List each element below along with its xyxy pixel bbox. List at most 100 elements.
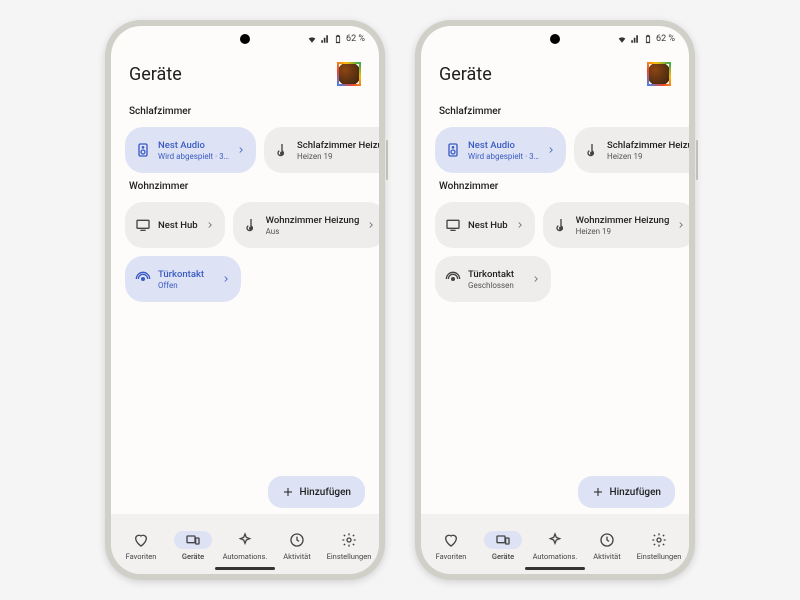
speaker-icon: [445, 142, 461, 158]
device-list: Schlafzimmer Nest Audio Wird abgespielt …: [421, 100, 689, 514]
nav-label: Geräte: [492, 552, 514, 561]
device-tile-living-heating[interactable]: Wohnzimmer Heizung Aus: [233, 202, 379, 248]
tile-title: Nest Audio: [158, 140, 229, 151]
battery-percent: 62 %: [656, 34, 675, 44]
header: Geräte: [111, 52, 379, 100]
fab-label: Hinzufügen: [610, 487, 661, 498]
room-label: Schlafzimmer: [439, 106, 671, 117]
plus-icon: [282, 486, 294, 498]
camera-notch: [240, 34, 250, 44]
device-tile-living-heating[interactable]: Wohnzimmer Heizung Heizen 19: [543, 202, 689, 248]
sensor-icon: [445, 271, 461, 287]
chevron-right-icon: [676, 220, 686, 230]
nav-label: Automations.: [223, 552, 268, 561]
nav-label: Automations.: [533, 552, 578, 561]
nav-devices[interactable]: Geräte: [167, 531, 219, 561]
nav-label: Aktivität: [283, 552, 310, 561]
chevron-right-icon: [546, 145, 556, 155]
tile-subtitle: Wird abgespielt · 3…: [158, 152, 229, 161]
thermostat-icon: [553, 217, 569, 233]
nav-devices[interactable]: Geräte: [477, 531, 529, 561]
nav-label: Einstellungen: [637, 552, 682, 561]
fab-label: Hinzufügen: [300, 487, 351, 498]
tile-subtitle: Heizen 19: [576, 227, 670, 236]
signal-icon: [320, 34, 330, 44]
display-icon: [445, 217, 461, 233]
nav-settings[interactable]: Einstellungen: [323, 531, 375, 561]
nav-automations[interactable]: Automations.: [219, 531, 271, 561]
device-tile-nest-hub[interactable]: Nest Hub: [125, 202, 225, 248]
tile-title: Wohnzimmer Heizung: [576, 215, 670, 226]
device-list: Schlafzimmer Nest Audio Wird abgespielt …: [111, 100, 379, 514]
signal-icon: [630, 34, 640, 44]
device-tile-bedroom-heating[interactable]: Schlafzimmer Heizung Heizen 19: [264, 127, 379, 173]
tile-title: Schlafzimmer Heizung: [607, 140, 689, 151]
device-tile-nest-hub[interactable]: Nest Hub: [435, 202, 535, 248]
chevron-right-icon: [236, 145, 246, 155]
nav-activity[interactable]: Aktivität: [581, 531, 633, 561]
display-icon: [135, 217, 151, 233]
home-indicator: [525, 567, 585, 570]
avatar[interactable]: [647, 62, 671, 86]
bottom-nav: Favoriten Geräte Automations. Aktivität …: [111, 514, 379, 574]
tile-title: Nest Hub: [158, 220, 198, 231]
page-title: Geräte: [129, 64, 182, 85]
bottom-nav: Favoriten Geräte Automations. Aktivität …: [421, 514, 689, 574]
devices-icon: [484, 531, 522, 549]
tile-title: Türkontakt: [158, 269, 214, 280]
tile-title: Nest Audio: [468, 140, 539, 151]
plus-icon: [592, 486, 604, 498]
device-tile-bedroom-heating[interactable]: Schlafzimmer Heizung Heizen 19: [574, 127, 689, 173]
camera-notch: [550, 34, 560, 44]
device-tile-door-contact[interactable]: Türkontakt Offen: [125, 256, 241, 302]
tile-subtitle: Offen: [158, 281, 214, 290]
heart-icon: [442, 531, 460, 549]
add-device-button[interactable]: Hinzufügen: [268, 476, 365, 508]
tile-subtitle: Heizen 19: [297, 152, 379, 161]
devices-icon: [174, 531, 212, 549]
thermostat-icon: [584, 142, 600, 158]
sparkle-icon: [546, 531, 564, 549]
nav-favorites[interactable]: Favoriten: [115, 531, 167, 561]
tile-title: Türkontakt: [468, 269, 524, 280]
battery-icon: [643, 34, 653, 44]
nav-label: Favoriten: [436, 552, 467, 561]
chevron-right-icon: [515, 220, 525, 230]
device-tile-nest-audio[interactable]: Nest Audio Wird abgespielt · 3…: [435, 127, 566, 173]
tile-title: Schlafzimmer Heizung: [297, 140, 379, 151]
wifi-icon: [307, 34, 317, 44]
nav-activity[interactable]: Aktivität: [271, 531, 323, 561]
device-tile-door-contact[interactable]: Türkontakt Geschlossen: [435, 256, 551, 302]
nav-label: Geräte: [182, 552, 204, 561]
tile-title: Nest Hub: [468, 220, 508, 231]
tile-title: Wohnzimmer Heizung: [266, 215, 360, 226]
tile-subtitle: Wird abgespielt · 3…: [468, 152, 539, 161]
device-tile-nest-audio[interactable]: Nest Audio Wird abgespielt · 3…: [125, 127, 256, 173]
room-label: Wohnzimmer: [439, 181, 671, 192]
speaker-icon: [135, 142, 151, 158]
avatar[interactable]: [337, 62, 361, 86]
phone-frame-right: 62 % Geräte Schlafzimmer Nest Audio Wird…: [415, 20, 695, 580]
home-indicator: [215, 567, 275, 570]
nav-settings[interactable]: Einstellungen: [633, 531, 685, 561]
thermostat-icon: [243, 217, 259, 233]
nav-favorites[interactable]: Favoriten: [425, 531, 477, 561]
chevron-right-icon: [531, 274, 541, 284]
room-label: Schlafzimmer: [129, 106, 361, 117]
add-device-button[interactable]: Hinzufügen: [578, 476, 675, 508]
header: Geräte: [421, 52, 689, 100]
clock-icon: [288, 531, 306, 549]
wifi-icon: [617, 34, 627, 44]
heart-icon: [132, 531, 150, 549]
room-label: Wohnzimmer: [129, 181, 361, 192]
thermostat-icon: [274, 142, 290, 158]
tile-subtitle: Geschlossen: [468, 281, 524, 290]
nav-automations[interactable]: Automations.: [529, 531, 581, 561]
clock-icon: [598, 531, 616, 549]
gear-icon: [340, 531, 358, 549]
nav-label: Einstellungen: [327, 552, 372, 561]
nav-label: Favoriten: [126, 552, 157, 561]
battery-icon: [333, 34, 343, 44]
phone-screen: 62 % Geräte Schlafzimmer Nest Audio Wird…: [111, 26, 379, 574]
tile-subtitle: Aus: [266, 227, 360, 236]
